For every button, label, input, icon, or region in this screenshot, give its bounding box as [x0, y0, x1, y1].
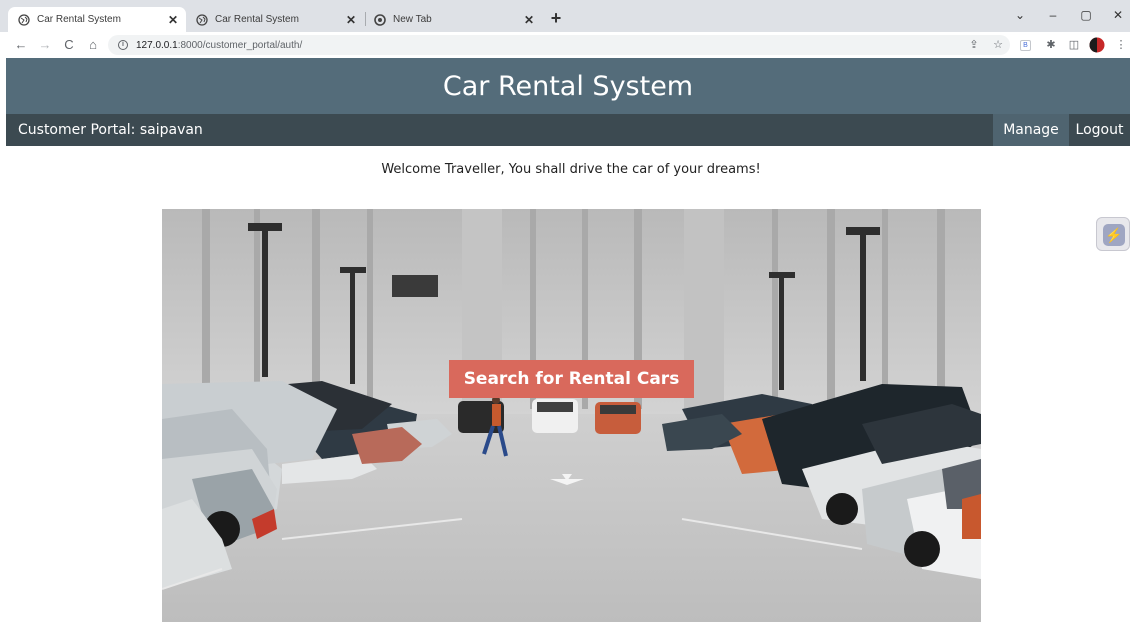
manage-link[interactable]: Manage [993, 114, 1069, 146]
close-tab-icon[interactable]: ✕ [524, 13, 534, 27]
new-tab-button[interactable]: + [545, 8, 567, 30]
welcome-message: Welcome Traveller, You shall drive the c… [381, 162, 761, 177]
close-tab-icon[interactable]: ✕ [168, 13, 178, 27]
navbar: Customer Portal: saipavan Manage Logout [6, 114, 1130, 146]
url-host: 127.0.0.1 [136, 39, 178, 51]
close-tab-icon[interactable]: ✕ [346, 13, 356, 27]
browser-chrome: Car Rental System ✕ Car Rental System ✕ … [0, 0, 1130, 58]
reload-icon[interactable]: C [61, 37, 77, 53]
browser-toolbar: ← → C ⌂ i 127.0.0.1:8000/customer_portal… [0, 32, 1130, 58]
restore-icon[interactable]: ▢ [1076, 8, 1096, 22]
extension-widget[interactable]: ⚡ [1096, 217, 1130, 251]
url-text: 127.0.0.1:8000/customer_portal/auth/ [136, 40, 302, 51]
site-header: Car Rental System [6, 58, 1130, 114]
tab-car-rental-1[interactable]: Car Rental System ✕ [8, 7, 186, 32]
chrome-icon [374, 13, 386, 26]
close-window-icon[interactable]: ✕ [1108, 8, 1128, 22]
portal-label: Customer Portal: saipavan [18, 122, 203, 138]
back-arrow-icon[interactable]: ← [13, 37, 29, 53]
lightning-icon: ⚡ [1103, 224, 1125, 246]
browser-menu-icon[interactable]: ⋮ [1114, 38, 1128, 52]
tab-title: Car Rental System [37, 14, 121, 25]
site-title: Car Rental System [442, 71, 694, 102]
search-rental-cars-button[interactable]: Search for Rental Cars [449, 360, 694, 398]
tab-search-icon[interactable]: ⌄ [1010, 8, 1030, 22]
logout-link[interactable]: Logout [1069, 114, 1130, 146]
forward-arrow-icon[interactable]: → [37, 37, 53, 53]
address-bar[interactable]: i 127.0.0.1:8000/customer_portal/auth/ [108, 35, 1010, 55]
globe-icon [196, 13, 208, 26]
extension-badge-icon[interactable]: B [1020, 40, 1031, 51]
tab-new-tab[interactable]: New Tab ✕ [364, 7, 542, 32]
url-path: :8000/customer_portal/auth/ [177, 39, 303, 51]
globe-icon [18, 13, 30, 26]
info-icon[interactable]: i [118, 40, 128, 50]
puzzle-extensions-icon[interactable]: ✱ [1044, 38, 1058, 52]
hero-image: Search for Rental Cars [162, 209, 981, 622]
tab-title: New Tab [393, 14, 432, 25]
minimize-icon[interactable]: – [1043, 8, 1063, 22]
home-icon[interactable]: ⌂ [85, 37, 101, 53]
tab-car-rental-2[interactable]: Car Rental System ✕ [186, 7, 364, 32]
tab-title: Car Rental System [215, 14, 299, 25]
side-panel-icon[interactable]: ◫ [1067, 38, 1081, 52]
bookmark-star-icon[interactable]: ☆ [991, 38, 1005, 52]
tab-strip: Car Rental System ✕ Car Rental System ✕ … [0, 0, 1130, 32]
parking-lot-illustration [162, 209, 981, 622]
share-icon[interactable]: ⇪ [967, 38, 981, 52]
profile-avatar-icon[interactable] [1089, 37, 1105, 53]
